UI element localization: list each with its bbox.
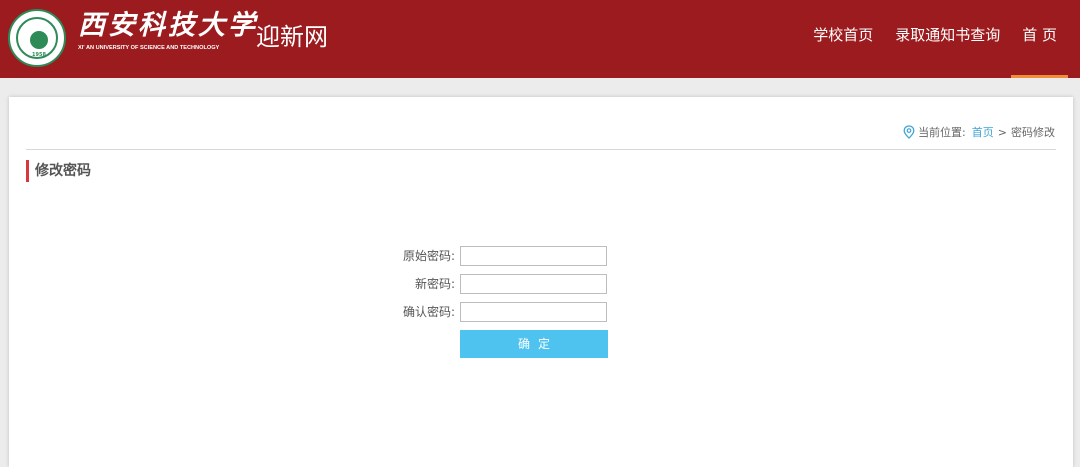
site-header: 1958 西安科技大学 XI' AN UNIVERSITY OF SCIENCE… (0, 0, 1080, 78)
nav-item-home[interactable]: 首 页 (1011, 0, 1068, 78)
breadcrumb-current: 密码修改 (1011, 126, 1055, 139)
breadcrumb-separator: > (997, 125, 1007, 139)
confirm-password-label: 确认密码: (402, 305, 455, 319)
seal-inner-ring: 1958 (16, 17, 58, 59)
location-pin-icon (903, 125, 915, 139)
breadcrumb: 当前位置: 首页 > 密码修改 (903, 124, 1055, 140)
nav-item-admission-letter-query[interactable]: 录取通知书查询 (884, 0, 1011, 78)
breadcrumb-prefix: 当前位置: (918, 126, 966, 139)
site-name: 迎新网 (256, 23, 328, 51)
university-name-en: XI' AN UNIVERSITY OF SCIENCE AND TECHNOL… (78, 45, 220, 51)
university-seal-logo[interactable]: 1958 (8, 9, 66, 67)
new-password-input[interactable] (460, 274, 607, 294)
seal-year: 1958 (32, 52, 46, 58)
new-password-label: 新密码: (414, 277, 455, 291)
university-name-cn[interactable]: 西安科技大学 (78, 10, 255, 42)
old-password-label: 原始密码: (402, 249, 455, 263)
content-card: 当前位置: 首页 > 密码修改 修改密码 原始密码: 新密码: 确认密码: 确定 (9, 97, 1073, 467)
page-title: 修改密码 (26, 160, 91, 182)
main-nav: 学校首页 录取通知书查询 首 页 (802, 0, 1068, 78)
breadcrumb-divider (26, 149, 1056, 150)
confirm-submit-button[interactable]: 确定 (460, 330, 608, 358)
confirm-password-input[interactable] (460, 302, 607, 322)
old-password-input[interactable] (460, 246, 607, 266)
seal-emblem (30, 31, 48, 49)
nav-item-school-home[interactable]: 学校首页 (802, 0, 884, 78)
breadcrumb-home-link[interactable]: 首页 (972, 124, 994, 140)
